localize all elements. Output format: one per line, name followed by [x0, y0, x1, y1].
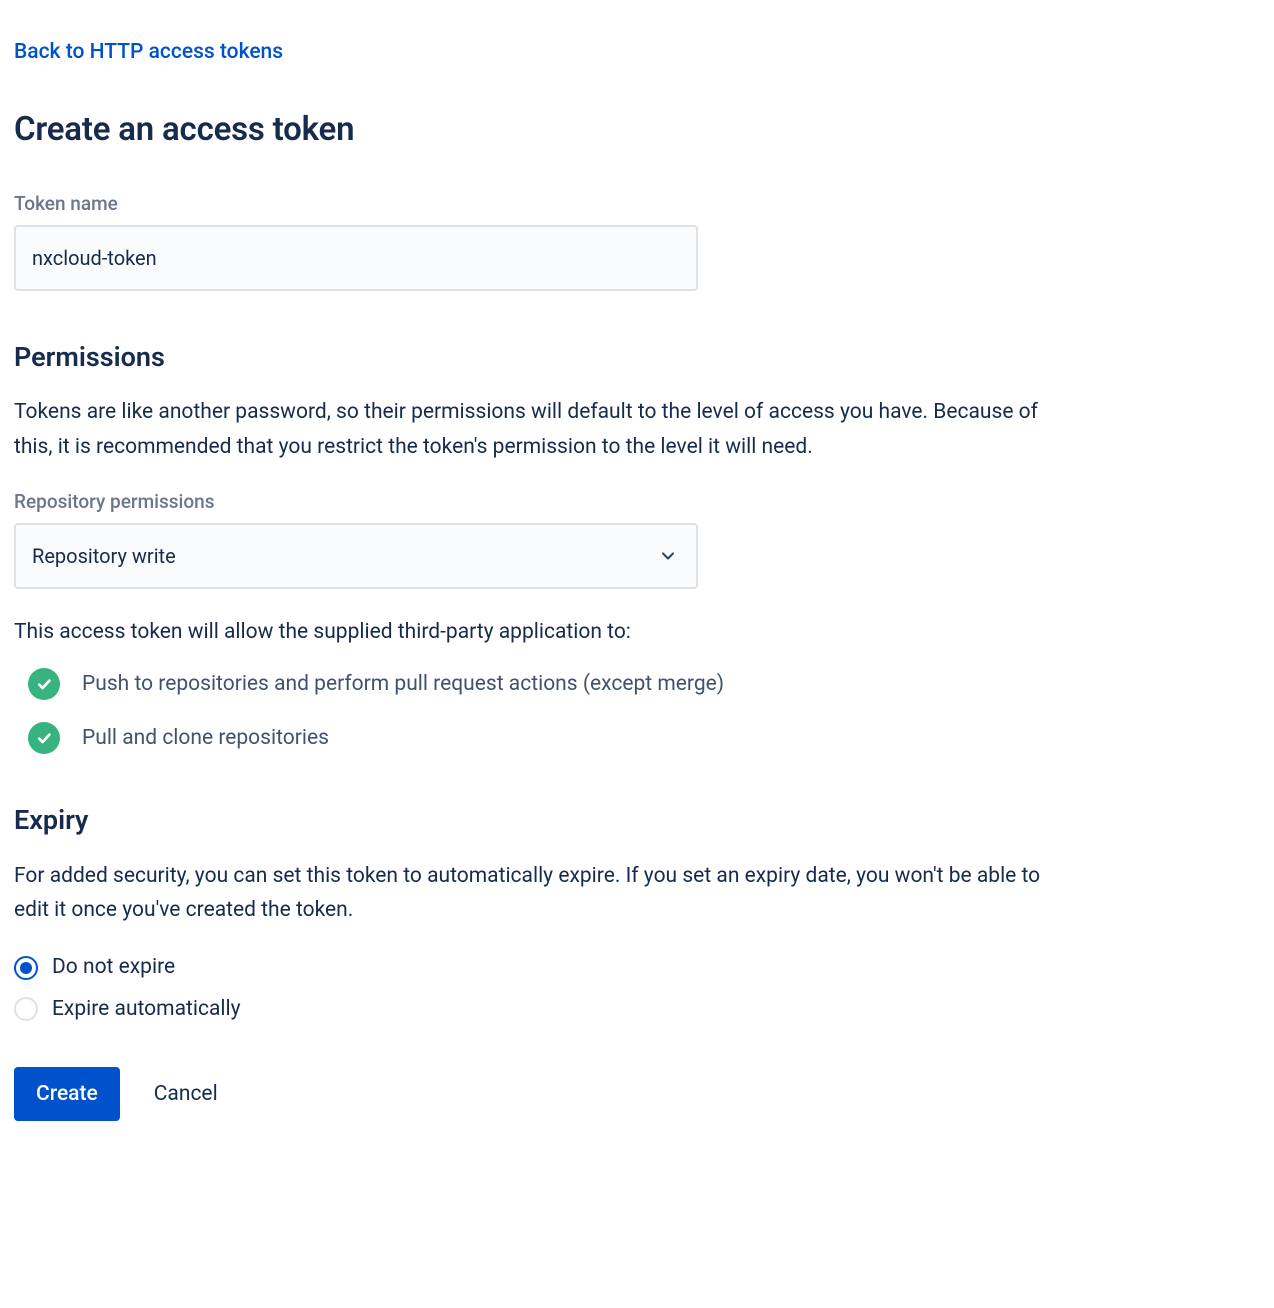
cancel-button[interactable]: Cancel	[154, 1082, 218, 1106]
radio-label: Do not expire	[52, 952, 175, 984]
permissions-list: Push to repositories and perform pull re…	[14, 668, 1260, 754]
repo-permissions-value: Repository write	[32, 541, 176, 571]
create-button[interactable]: Create	[14, 1067, 120, 1121]
token-name-label: Token name	[14, 190, 1260, 219]
radio-icon	[14, 956, 38, 980]
expiry-heading: Expiry	[14, 800, 1260, 841]
expiry-description: For added security, you can set this tok…	[14, 859, 1054, 928]
chevron-down-icon	[656, 544, 680, 568]
permissions-description: Tokens are like another password, so the…	[14, 395, 1054, 464]
radio-label: Expire automatically	[52, 994, 241, 1026]
check-icon	[28, 722, 60, 754]
permissions-heading: Permissions	[14, 337, 1260, 378]
check-icon	[28, 668, 60, 700]
permission-item: Push to repositories and perform pull re…	[28, 668, 1260, 700]
permission-item: Pull and clone repositories	[28, 722, 1260, 754]
radio-icon	[14, 997, 38, 1021]
repo-permissions-label: Repository permissions	[14, 488, 1260, 517]
back-link[interactable]: Back to HTTP access tokens	[14, 37, 283, 69]
expiry-option-do-not-expire[interactable]: Do not expire	[14, 952, 1260, 984]
expiry-option-expire-auto[interactable]: Expire automatically	[14, 994, 1260, 1026]
permissions-allow-text: This access token will allow the supplie…	[14, 617, 1260, 649]
token-name-input[interactable]	[14, 225, 698, 291]
permission-text: Push to repositories and perform pull re…	[82, 669, 724, 701]
repo-permissions-select[interactable]: Repository write	[14, 523, 698, 589]
expiry-radio-group: Do not expire Expire automatically	[14, 952, 1260, 1025]
permission-text: Pull and clone repositories	[82, 723, 329, 755]
page-title: Create an access token	[14, 105, 1260, 155]
